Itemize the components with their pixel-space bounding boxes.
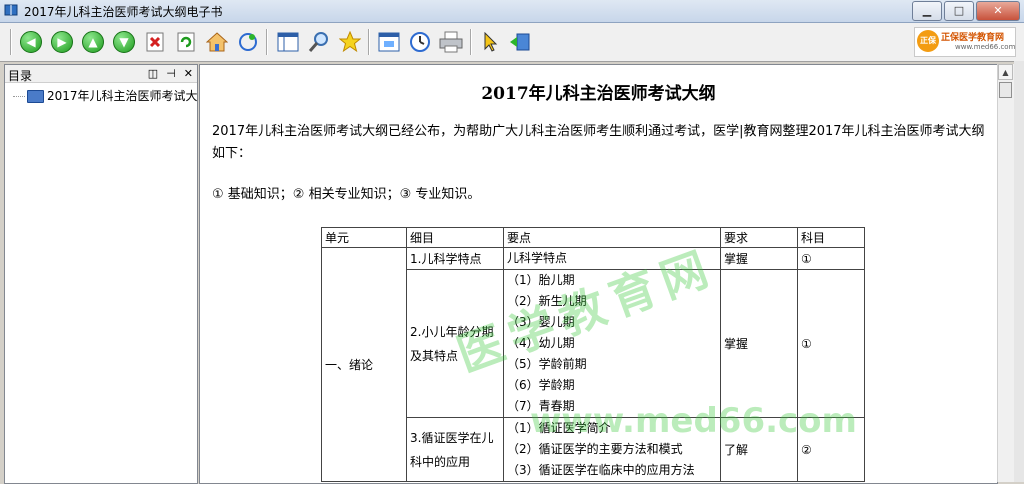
sidebar-title: 目录	[8, 69, 33, 83]
table-cell-detail: 1.儿科学特点	[406, 247, 504, 270]
forward-icon: ▶	[51, 31, 73, 53]
select-tool-button[interactable]	[477, 29, 503, 55]
table-header-cell: 科目	[797, 227, 865, 248]
float-panel-icon[interactable]: ◫	[148, 67, 158, 80]
exit-button[interactable]	[507, 29, 533, 55]
window-icon	[378, 32, 400, 52]
table-point: （2）循证医学的主要方法和模式	[507, 442, 683, 456]
table-row: 一、绪论 1.儿科学特点 儿科学特点 掌握 ①	[321, 247, 865, 482]
logo-text: 正保医学教育网	[941, 33, 1005, 43]
search-icon	[308, 32, 328, 52]
table-cell-subj: ①	[797, 247, 865, 270]
scroll-up-button[interactable]: ▲	[998, 64, 1013, 80]
printer-icon	[439, 31, 463, 53]
table-cell-points: （1）胎儿期 （2）新生儿期 （3）婴儿期 （4）幼儿期 （5）学龄前期 （6）…	[503, 269, 721, 418]
contents-sidebar: 目录 ◫ ⊣ ✕ 2017年儿科主治医师考试大	[4, 64, 198, 484]
window-button[interactable]	[376, 29, 402, 55]
sync-icon	[239, 33, 257, 51]
table-point: 儿科学特点	[507, 251, 568, 265]
table-cell-detail: 3.循证医学在儿科中的应用	[406, 417, 504, 482]
book-app-icon	[4, 4, 18, 16]
sync-button[interactable]	[235, 29, 261, 55]
forward-button[interactable]: ▶	[49, 29, 75, 55]
table-cell-req: 掌握	[720, 269, 798, 418]
toolbar-separator	[10, 29, 12, 55]
toolbar-separator	[470, 29, 472, 55]
brand-logo: 正保 正保医学教育网 www.med66.com	[914, 27, 1016, 57]
clock-icon	[410, 32, 430, 52]
sidebar-item-syllabus[interactable]: 2017年儿科主治医师考试大	[13, 87, 198, 104]
table-cell-points: 儿科学特点	[503, 247, 721, 270]
back-button[interactable]: ◀	[18, 29, 44, 55]
table-point: （7）青春期	[507, 399, 575, 413]
table-header-cell: 要求	[720, 227, 798, 248]
table-point: （4）幼儿期	[507, 336, 575, 350]
sidebar-header: 目录 ◫ ⊣ ✕	[5, 65, 197, 83]
search-button[interactable]	[306, 29, 332, 55]
table-header-cell: 单元	[321, 227, 407, 248]
pointer-icon	[484, 32, 498, 52]
contents-button[interactable]	[275, 29, 301, 55]
up-arrow-icon: ▲	[82, 31, 104, 53]
logo-mark: 正保	[917, 30, 939, 52]
window-title: 2017年儿科主治医师考试大纲电子书	[24, 5, 223, 19]
minimize-button[interactable]: ▁	[912, 1, 942, 21]
table-cell-detail: 2.小儿年龄分期及其特点	[406, 269, 504, 418]
table-point: （2）新生儿期	[507, 294, 587, 308]
table-cell-points: （1）循证医学简介 （2）循证医学的主要方法和模式 （3）循证医学在临床中的应用…	[503, 417, 721, 482]
toolbar-separator	[266, 29, 268, 55]
sidebar-item-label: 2017年儿科主治医师考试大	[47, 89, 198, 103]
home-icon	[206, 32, 228, 52]
down-button[interactable]: ▼	[111, 29, 137, 55]
table-point: （3）婴儿期	[507, 315, 575, 329]
table-cell-subj: ②	[797, 417, 865, 482]
history-button[interactable]	[407, 29, 433, 55]
table-cell-req: 掌握	[720, 247, 798, 270]
intro-paragraph: 2017年儿科主治医师考试大纲已经公布，为帮助广大儿科主治医师考生顺利通过考试，…	[212, 124, 985, 161]
vertical-scrollbar[interactable]: ▲	[997, 64, 1014, 482]
favorites-button[interactable]	[337, 29, 363, 55]
table-point: （5）学龄前期	[507, 357, 587, 371]
table-header-cell: 要点	[503, 227, 721, 248]
back-icon: ◀	[20, 31, 42, 53]
book-icon	[27, 90, 44, 103]
maximize-button[interactable]: □	[944, 1, 974, 21]
close-button[interactable]: ✕	[976, 1, 1020, 21]
subjects-line: ① 基础知识；② 相关专业知识；③ 专业知识。	[212, 187, 481, 202]
table-point: （1）循证医学简介	[507, 421, 611, 435]
refresh-button[interactable]	[173, 29, 199, 55]
star-icon	[339, 31, 361, 53]
table-point: （1）胎儿期	[507, 273, 575, 287]
refresh-icon	[177, 32, 195, 52]
table-header-cell: 细目	[406, 227, 504, 248]
stop-page-icon	[146, 32, 164, 52]
scroll-thumb[interactable]	[999, 82, 1012, 98]
syllabus-table: 单元 细目 要点 要求 科目 一、绪论 1.儿科学特点 儿科学特点 掌握 ① 2…	[321, 227, 865, 482]
toolbar: ◀ ▶ ▲ ▼ 正保 正保医学教育网 www.med66.com	[0, 23, 1024, 62]
page-title: 2017年儿科主治医师考试大纲	[481, 84, 716, 104]
table-cell-req: 了解	[720, 417, 798, 482]
title-bar: 2017年儿科主治医师考试大纲电子书 ▁ □ ✕	[0, 0, 1024, 23]
exit-icon	[510, 33, 530, 51]
document-view: 2017年儿科主治医师考试大纲 2017年儿科主治医师考试大纲已经公布，为帮助广…	[199, 64, 998, 484]
stop-button[interactable]	[142, 29, 168, 55]
down-arrow-icon: ▼	[113, 31, 135, 53]
tree-line	[13, 96, 25, 97]
table-point: （3）循证医学在临床中的应用方法	[507, 463, 695, 477]
table-cell-unit: 一、绪论	[321, 247, 407, 482]
background-window-strip	[1014, 61, 1024, 482]
up-button[interactable]: ▲	[80, 29, 106, 55]
table-cell-subj: ①	[797, 269, 865, 418]
contents-panel-icon	[277, 32, 299, 52]
table-point: （6）学龄期	[507, 378, 575, 392]
close-panel-icon[interactable]: ✕	[184, 67, 193, 80]
logo-url: www.med66.com	[955, 43, 1016, 51]
pin-icon[interactable]: ⊣	[166, 67, 176, 80]
home-button[interactable]	[204, 29, 230, 55]
table-header-row: 单元 细目 要点 要求 科目	[321, 227, 865, 248]
print-button[interactable]	[438, 29, 464, 55]
toolbar-separator	[368, 29, 370, 55]
